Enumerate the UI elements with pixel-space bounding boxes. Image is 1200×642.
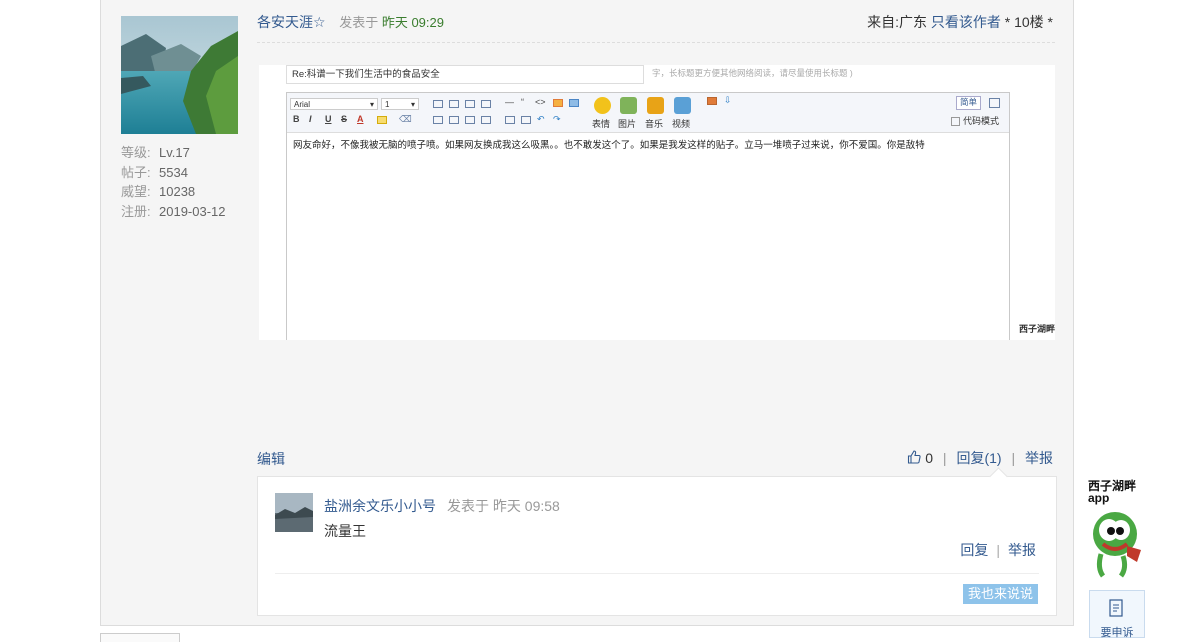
align-left-icon <box>433 100 443 108</box>
floor-number: * 10楼 * <box>1004 14 1053 30</box>
like-count: 0 <box>925 450 934 466</box>
document-icon <box>1109 599 1123 617</box>
outdent-icon <box>481 116 491 124</box>
music-icon <box>647 97 664 114</box>
appeal-button[interactable]: 要申诉 <box>1089 590 1145 639</box>
shot-editor: Arial ▾ 1 ▾ — “ <> B I U S A ⌫ ↶ ↷ 表情 图片… <box>286 92 1010 340</box>
size-select: 1 ▾ <box>381 98 419 110</box>
media-label-video: 视频 <box>672 119 691 129</box>
edit-link[interactable]: 编辑 <box>257 449 285 469</box>
shot-title-hint: 字，长标题更方便其他网络阅读，请尽量使用长标题 ) <box>652 68 853 78</box>
post-header: 各安天涯☆ 发表于 昨天 09:29 来自:广东 只看该作者 * 10楼 * <box>257 12 1055 43</box>
quote-icon: “ <box>521 97 524 107</box>
reply-author[interactable]: 盐洲余文乐小小号 <box>324 496 436 516</box>
shot-title-input: Re:科谱一下我们生活中的食品安全 <box>286 65 644 84</box>
stat-posts: 帖子: 5534 <box>121 164 188 180</box>
author-avatar[interactable] <box>121 16 238 134</box>
ordered-list-icon <box>433 116 443 124</box>
code-icon: <> <box>535 97 546 107</box>
undo-icon: ↶ <box>537 114 545 124</box>
redo-icon: ↷ <box>553 114 561 124</box>
gift-icon <box>553 99 563 107</box>
indent-icon <box>465 116 475 124</box>
eraser-icon: ⌫ <box>399 114 412 124</box>
author-name[interactable]: 各安天涯☆ <box>257 14 326 30</box>
link-icon <box>505 116 515 124</box>
stat-prestige: 威望: 10238 <box>121 184 196 199</box>
video-icon <box>674 97 691 114</box>
mascot-icon[interactable] <box>1087 506 1147 578</box>
underline-icon: U <box>325 114 332 124</box>
download-icon: ⇩ <box>724 95 732 105</box>
shot-editor-text: 网友命好，不像我被无脑的喷子喷。如果网友换成我这么吸黑。。也不敢发这个了。如果是… <box>293 140 925 151</box>
post-location: 来自:广东 <box>867 14 927 30</box>
fullscreen-icon <box>989 98 1000 108</box>
unordered-list-icon <box>449 116 459 124</box>
post-actions: 0 | 回复(1) | 举报 <box>907 448 1053 468</box>
reply-panel: 盐洲余文乐小小号 发表于 昨天 09:58 流量王 回复 | 举报 我也来说说 <box>257 467 1057 616</box>
align-center-icon <box>449 100 459 108</box>
say-something-button[interactable]: 我也来说说 <box>962 584 1038 604</box>
shot-toolbar: Arial ▾ 1 ▾ — “ <> B I U S A ⌫ ↶ ↷ 表情 图片… <box>287 93 1009 133</box>
only-author-link[interactable]: 只看该作者 <box>931 14 1001 30</box>
report-button[interactable]: 举报 <box>1025 450 1053 466</box>
user-stats: 等级: Lv.17 帖子: 5534 威望: 10238 注册: 2019-03-12 <box>121 143 226 221</box>
reply-actions: 回复 | 举报 <box>960 542 1036 558</box>
simple-mode-button: 简单 <box>956 96 982 110</box>
strike-icon: S <box>341 114 348 124</box>
reply-report-button[interactable]: 举报 <box>1008 542 1036 558</box>
media-label-image: 图片 <box>618 119 637 129</box>
stat-level: 等级: Lv.17 <box>121 145 190 160</box>
reply-time: 发表于 昨天 09:58 <box>447 498 560 514</box>
post-meta-right: 来自:广东 只看该作者 * 10楼 * <box>867 12 1053 32</box>
align-justify-icon <box>481 100 491 108</box>
code-mode-checkbox: 代码模式 <box>951 114 999 127</box>
smiley-icon <box>594 97 611 114</box>
media-label-music: 音乐 <box>645 119 664 129</box>
reply-reply-button[interactable]: 回复 <box>960 542 988 558</box>
hr-icon: — <box>505 97 514 107</box>
stat-registered: 注册: 2019-03-12 <box>121 203 226 219</box>
like-button[interactable]: 0 <box>907 450 937 466</box>
reply-avatar[interactable] <box>275 493 313 532</box>
reply-button[interactable]: 回复(1) <box>956 450 1001 466</box>
post-time: 发表于 昨天 09:29 <box>339 15 444 30</box>
attachment-icon <box>707 97 717 105</box>
brand-logo[interactable]: 西子湖畔 app <box>1088 480 1136 504</box>
font-select: Arial ▾ <box>290 98 378 110</box>
image-icon <box>620 97 637 114</box>
highlight-icon <box>377 116 387 124</box>
thumbs-up-icon <box>908 450 921 464</box>
align-right-icon <box>465 100 475 108</box>
shot-watermark: 西子湖畔 <box>1019 324 1056 334</box>
italic-icon: I <box>309 114 312 124</box>
embedded-editor-screenshot: Re:科谱一下我们生活中的食品安全 字，长标题更方便其他网络阅读，请尽量使用长标… <box>259 65 1055 340</box>
unlink-icon <box>521 116 531 124</box>
bold-icon: B <box>293 114 300 124</box>
font-color-icon: A <box>357 114 364 124</box>
table-icon <box>569 99 579 107</box>
media-label-emoji: 表情 <box>592 119 611 129</box>
reply-text: 流量王 <box>324 523 366 539</box>
post-floor: 等级: Lv.17 帖子: 5534 威望: 10238 注册: 2019-03-12 … <box>100 0 1074 626</box>
